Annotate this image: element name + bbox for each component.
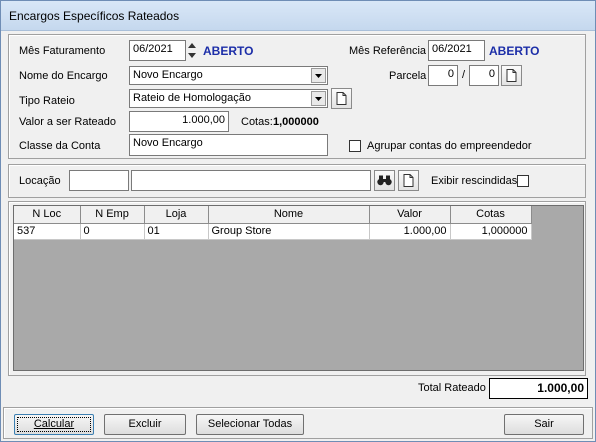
spin-up-icon[interactable] (187, 40, 197, 50)
rateio-table: N Loc N Emp Loja Nome Valor Cotas 537 0 … (14, 206, 532, 240)
sair-button[interactable]: Sair (504, 414, 584, 435)
locacao-label: Locação (19, 175, 61, 187)
cell-loja[interactable]: 01 (144, 223, 209, 240)
total-rateado-field: 1.000,00 (489, 378, 588, 399)
exibir-rescindidas-label: Exibir rescindidas (431, 175, 518, 187)
title-bar[interactable]: Encargos Específicos Rateados (1, 1, 595, 31)
mes-referencia-label: Mês Referência (349, 45, 427, 57)
cotas-value: 1,000000 (273, 116, 319, 128)
document-icon (403, 174, 414, 187)
classe-conta-field[interactable]: Novo Encargo (129, 134, 328, 156)
binoculars-icon (377, 175, 392, 186)
mes-referencia-field[interactable]: 06/2021 (428, 40, 485, 61)
tipo-rateio-new-button[interactable] (331, 88, 352, 109)
excluir-button[interactable]: Excluir (104, 414, 186, 435)
column-header-nemp[interactable]: N Emp (80, 206, 145, 224)
document-icon (506, 69, 517, 82)
selecionar-todas-button[interactable]: Selecionar Todas (196, 414, 304, 435)
parcela-field-1[interactable]: 0 (428, 65, 458, 86)
tipo-rateio-combo[interactable]: Rateio de Homologação (129, 89, 328, 108)
total-rateado-label: Total Rateado (418, 382, 486, 394)
cell-valor[interactable]: 1.000,00 (369, 223, 451, 240)
locacao-code-field[interactable] (69, 170, 129, 191)
parcela-separator: / (462, 69, 466, 81)
table-row[interactable]: 537 0 01 Group Store 1.000,00 1,000000 (14, 223, 532, 240)
calcular-button[interactable]: Calcular (14, 414, 94, 435)
cell-nloc[interactable]: 537 (14, 223, 81, 240)
agrupar-label: Agrupar contas do empreendedor (367, 140, 532, 152)
chevron-down-icon[interactable] (311, 68, 326, 83)
spin-down-icon[interactable] (187, 50, 197, 60)
mes-faturamento-field[interactable]: 06/2021 (129, 40, 186, 61)
nome-encargo-value: Novo Encargo (133, 69, 203, 81)
column-header-nloc[interactable]: N Loc (14, 206, 81, 224)
parcela-field-2[interactable]: 0 (469, 65, 499, 86)
parcela-label: Parcela (389, 70, 427, 82)
mes-faturamento-status: ABERTO (203, 44, 254, 58)
window-title: Encargos Específicos Rateados (9, 9, 180, 23)
nome-encargo-label: Nome do Encargo (19, 70, 108, 82)
mes-faturamento-label: Mês Faturamento (19, 45, 106, 57)
search-button[interactable] (374, 170, 395, 191)
column-header-cotas[interactable]: Cotas (450, 206, 532, 224)
column-header-valor[interactable]: Valor (369, 206, 451, 224)
exibir-rescindidas-checkbox[interactable] (517, 175, 529, 187)
agrupar-checkbox[interactable] (349, 140, 361, 152)
classe-conta-label: Classe da Conta (19, 140, 101, 152)
valor-rateado-field[interactable]: 1.000,00 (129, 111, 229, 132)
dialog-window: Encargos Específicos Rateados Mês Fatura… (0, 0, 596, 442)
mes-faturamento-spinner[interactable] (187, 40, 197, 61)
tipo-rateio-value: Rateio de Homologação (133, 92, 252, 104)
valor-rateado-label: Valor a ser Rateado (19, 116, 117, 128)
rateio-grid[interactable]: N Loc N Emp Loja Nome Valor Cotas 537 0 … (13, 205, 584, 371)
nome-encargo-combo[interactable]: Novo Encargo (129, 66, 328, 85)
column-header-nome[interactable]: Nome (208, 206, 370, 224)
cell-nome[interactable]: Group Store (208, 223, 370, 240)
cotas-label: Cotas: (241, 116, 273, 128)
tipo-rateio-label: Tipo Rateio (19, 95, 75, 107)
grid-header-row: N Loc N Emp Loja Nome Valor Cotas (14, 206, 532, 224)
locacao-new-button[interactable] (398, 170, 419, 191)
mes-referencia-status: ABERTO (489, 44, 540, 58)
locacao-name-field[interactable] (131, 170, 371, 191)
column-header-loja[interactable]: Loja (144, 206, 209, 224)
document-icon (336, 92, 347, 105)
cell-cotas[interactable]: 1,000000 (450, 223, 532, 240)
cell-nemp[interactable]: 0 (80, 223, 145, 240)
parcela-new-button[interactable] (501, 65, 522, 86)
chevron-down-icon[interactable] (311, 91, 326, 106)
